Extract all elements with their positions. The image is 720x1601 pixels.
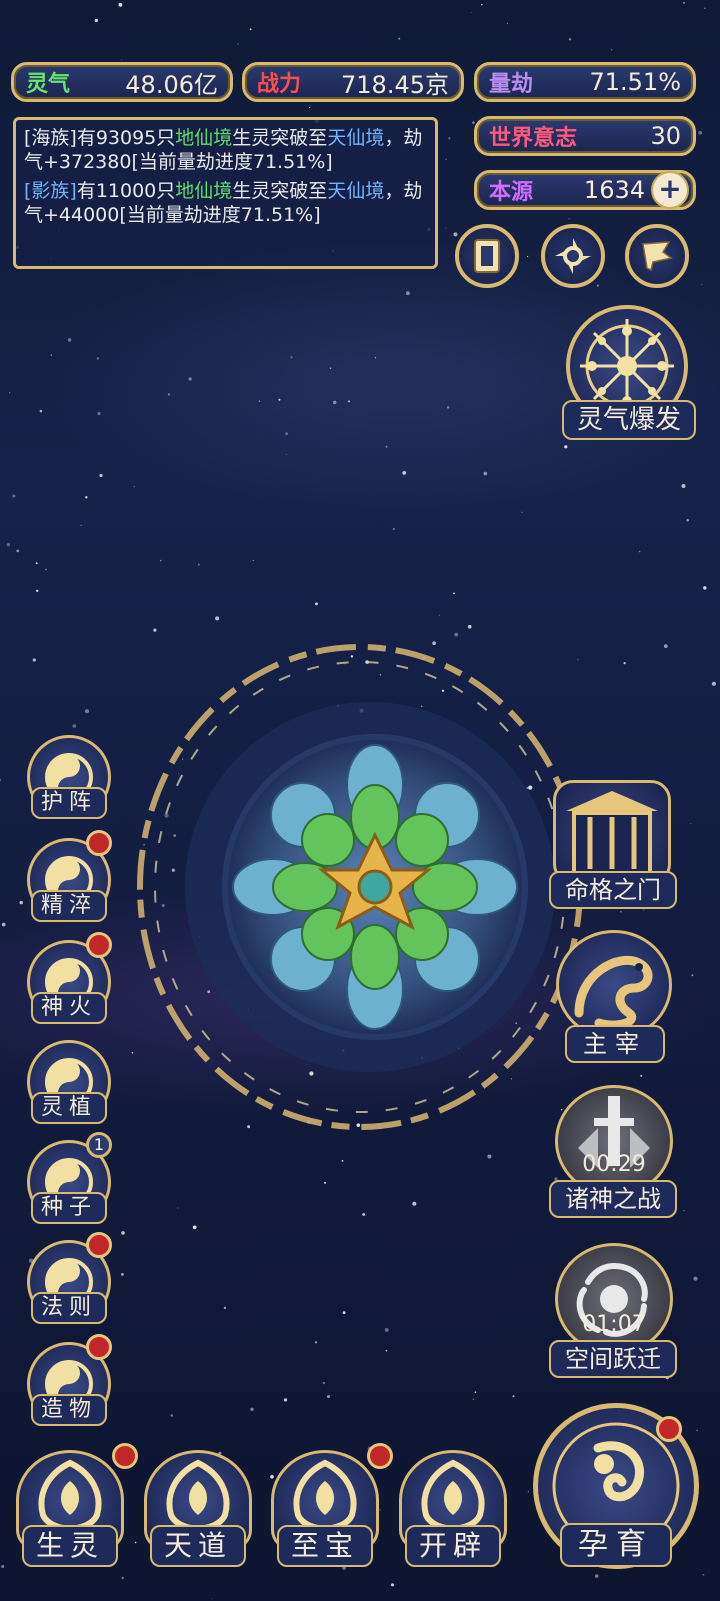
burst-label[interactable]: 灵气爆发 — [562, 400, 696, 440]
liangjie-stat[interactable]: 量劫 71.51% — [474, 62, 696, 102]
bottom-menu-label[interactable]: 开辟 — [405, 1525, 501, 1567]
flag-button[interactable] — [625, 224, 689, 288]
space-jump-label[interactable]: 空间跃迁 — [549, 1340, 677, 1378]
flag-icon — [642, 241, 673, 272]
shijie-label: 世界意志 — [489, 126, 578, 151]
left-menu-label[interactable]: 造物 — [31, 1394, 107, 1426]
card-icon — [474, 239, 500, 273]
notification-badge — [86, 830, 112, 856]
fate-gate-button[interactable] — [553, 780, 671, 884]
left-menu-label[interactable]: 种子 — [31, 1192, 107, 1224]
shijie-value: 30 — [650, 122, 681, 150]
left-menu-label[interactable]: 灵植 — [31, 1092, 107, 1124]
add-benyuan-button[interactable]: + — [651, 171, 689, 209]
yunyu-badge — [656, 1416, 682, 1442]
shijie-stat[interactable]: 世界意志 30 — [474, 116, 696, 156]
notification-badge — [112, 1443, 138, 1469]
zhanli-stat[interactable]: 战力 718.45京 — [242, 62, 464, 102]
gods-war-label[interactable]: 诸神之战 — [549, 1180, 677, 1218]
notification-badge — [367, 1443, 393, 1469]
left-menu-label[interactable]: 法则 — [31, 1292, 107, 1324]
left-menu-label[interactable]: 精淬 — [31, 890, 107, 922]
space-jump-button[interactable] — [555, 1243, 673, 1355]
log-entry: [海族]有93095只地仙境生灵突破至天仙境，劫气+372380[当前量劫进度7… — [24, 127, 423, 173]
notification-badge — [86, 1334, 112, 1360]
fate-gate-label[interactable]: 命格之门 — [549, 871, 677, 909]
bottom-menu-label[interactable]: 生灵 — [22, 1525, 118, 1567]
count-badge: 1 — [86, 1132, 112, 1158]
benyuan-value: 1634 — [583, 176, 645, 204]
liangjie-value: 71.51% — [589, 68, 681, 96]
shuriken-button[interactable] — [541, 224, 605, 288]
notification-badge — [86, 932, 112, 958]
benyuan-label: 本源 — [489, 180, 534, 205]
master-button[interactable] — [556, 930, 672, 1040]
log-entry: [影族]有11000只地仙境生灵突破至天仙境，劫气+44000[当前量劫进度71… — [24, 180, 423, 226]
event-log: [海族]有93095只地仙境生灵突破至天仙境，劫气+372380[当前量劫进度7… — [13, 117, 438, 269]
bottom-menu-label[interactable]: 至宝 — [277, 1525, 373, 1567]
benyuan-stat[interactable]: 本源 1634 + — [474, 170, 696, 210]
liangjie-label: 量劫 — [489, 72, 534, 97]
sword-icon — [578, 1096, 650, 1168]
bottom-menu-label[interactable]: 天道 — [150, 1525, 246, 1567]
gods-war-timer: 00:29 — [582, 1152, 646, 1177]
shuriken-icon — [555, 238, 591, 274]
space-jump-timer: 01:07 — [582, 1312, 646, 1337]
left-menu-label[interactable]: 神火 — [31, 992, 107, 1024]
lingqi-stat[interactable]: 灵气 48.06亿 — [11, 62, 233, 102]
world-orb[interactable] — [120, 625, 590, 1145]
lingqi-label: 灵气 — [26, 72, 71, 97]
lingqi-value: 48.06亿 — [125, 70, 218, 99]
left-menu-label[interactable]: 护阵 — [31, 787, 107, 819]
master-label[interactable]: 主宰 — [565, 1025, 665, 1063]
dragon-icon — [574, 955, 653, 1030]
zhanli-value: 718.45京 — [341, 70, 449, 99]
card-button[interactable] — [455, 224, 519, 288]
yunyu-label[interactable]: 孕育 — [560, 1523, 672, 1567]
gate-icon — [566, 791, 658, 875]
zhanli-label: 战力 — [257, 72, 302, 97]
notification-badge — [86, 1232, 112, 1258]
